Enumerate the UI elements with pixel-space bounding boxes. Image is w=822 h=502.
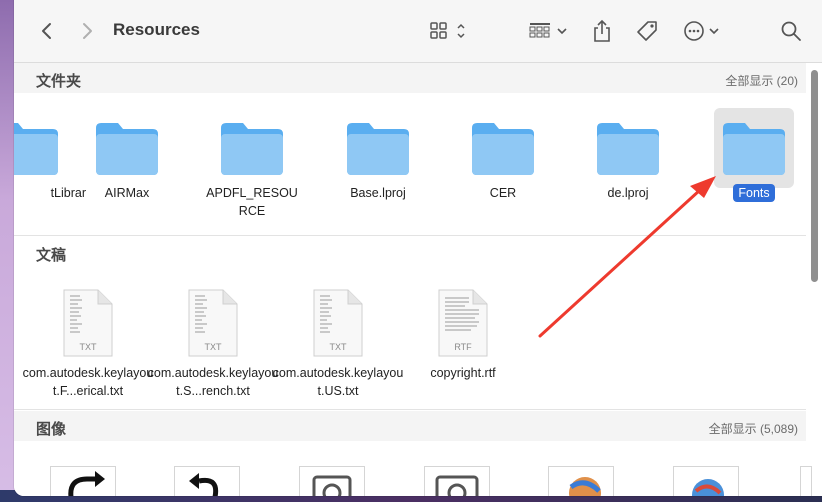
globe-icon [569,477,601,496]
show-all-images-button[interactable]: 全部显示 (5,089) [709,420,798,437]
folder-label: CER [489,186,517,200]
share-icon [594,19,610,42]
folder-label: de.lproj [607,186,649,200]
file-type-badge: TXT [80,342,98,352]
camera-icon [312,475,352,496]
section-title: 文件夹 [36,73,82,90]
chevron-right-icon [83,23,92,39]
refresh-arrow-icon [68,471,105,496]
share-button[interactable] [590,16,614,46]
file-type-badge: TXT [330,342,348,352]
toolbar: Resources [14,0,822,63]
documents-section-title: 文稿 [36,247,67,264]
folder-label: AIRMax [104,186,150,200]
image-thumbnail[interactable] [174,466,240,496]
folder-icon [347,123,409,175]
text-document-icon: TXT [313,289,363,357]
undo-arrow-icon [189,473,219,496]
chevron-left-icon [42,23,51,39]
document-label: copyright.rtf [430,366,496,380]
group-button[interactable] [528,16,574,46]
text-document-icon: TXT [188,289,238,357]
image-thumbnail[interactable] [299,466,365,496]
document-item[interactable]: TXT com.autodesk.keylayout.F...erical.tx… [21,288,155,400]
folder-item[interactable]: AIRMax [68,118,186,202]
camera-icon [435,475,479,496]
show-all-folders-button[interactable]: 全部显示 (20) [725,72,798,89]
folder-item[interactable]: de.lproj [569,118,687,202]
grid-view-icon [430,22,465,39]
folders-section-header: 文件夹 全部显示 (20) [14,63,806,93]
vertical-scrollbar[interactable] [811,70,818,282]
image-thumbnail[interactable] [548,466,614,496]
gallery-content: 文件夹 全部显示 (20) tLibrar AIRMax APDFL_RESOU… [14,63,822,496]
folder-label-selected: Fonts [733,184,775,202]
document-label: com.autodesk.keylayout.S...rench.txt [147,366,279,398]
folder-item[interactable]: APDFL_RESOURCE [193,118,311,220]
folder-icon [597,123,659,175]
view-mode-button[interactable] [428,16,474,46]
folder-item[interactable]: Base.lproj [319,118,437,202]
section-divider [14,409,806,410]
section-title: 图像 [36,421,67,438]
images-section-header: 图像 全部显示 (5,089) [14,411,806,441]
search-button[interactable] [778,16,804,46]
back-button[interactable] [34,16,58,46]
document-label: com.autodesk.keylayout.F...erical.txt [22,366,154,398]
ellipsis-circle-icon [684,21,719,41]
image-thumbnail[interactable] [50,466,116,496]
folder-icon [96,123,158,175]
tag-icon [637,21,657,41]
finder-window: Resources 文件夹 全部显示 (20) tLibrar AIRMax A… [14,0,822,496]
image-thumbnail[interactable] [800,466,812,496]
document-item[interactable]: TXT com.autodesk.keylayout.US.txt [271,288,405,400]
image-thumbnail[interactable] [424,466,490,496]
globe-icon [692,479,724,496]
folder-icon [14,123,58,175]
window-title: Resources [113,20,200,39]
folder-item-selected[interactable]: Fonts [695,118,813,202]
folder-icon [221,123,283,175]
file-type-badge: RTF [454,342,472,352]
search-icon [781,21,801,41]
document-label: com.autodesk.keylayout.US.txt [272,366,404,398]
document-item[interactable]: RTF copyright.rtf [396,288,530,382]
document-item[interactable]: TXT com.autodesk.keylayout.S...rench.txt [146,288,280,400]
text-document-icon: TXT [63,289,113,357]
folder-label: Base.lproj [350,186,406,200]
rtf-document-icon: RTF [438,289,488,357]
image-thumbnail[interactable] [673,466,739,496]
section-divider [14,235,806,236]
tag-button[interactable] [634,16,660,46]
forward-button[interactable] [76,16,100,46]
folder-icon [723,123,785,175]
folder-icon [472,123,534,175]
folder-item[interactable]: CER [444,118,562,202]
group-icon [529,23,567,38]
file-type-badge: TXT [205,342,223,352]
folder-label: APDFL_RESOURCE [206,186,298,218]
more-actions-button[interactable] [682,16,726,46]
